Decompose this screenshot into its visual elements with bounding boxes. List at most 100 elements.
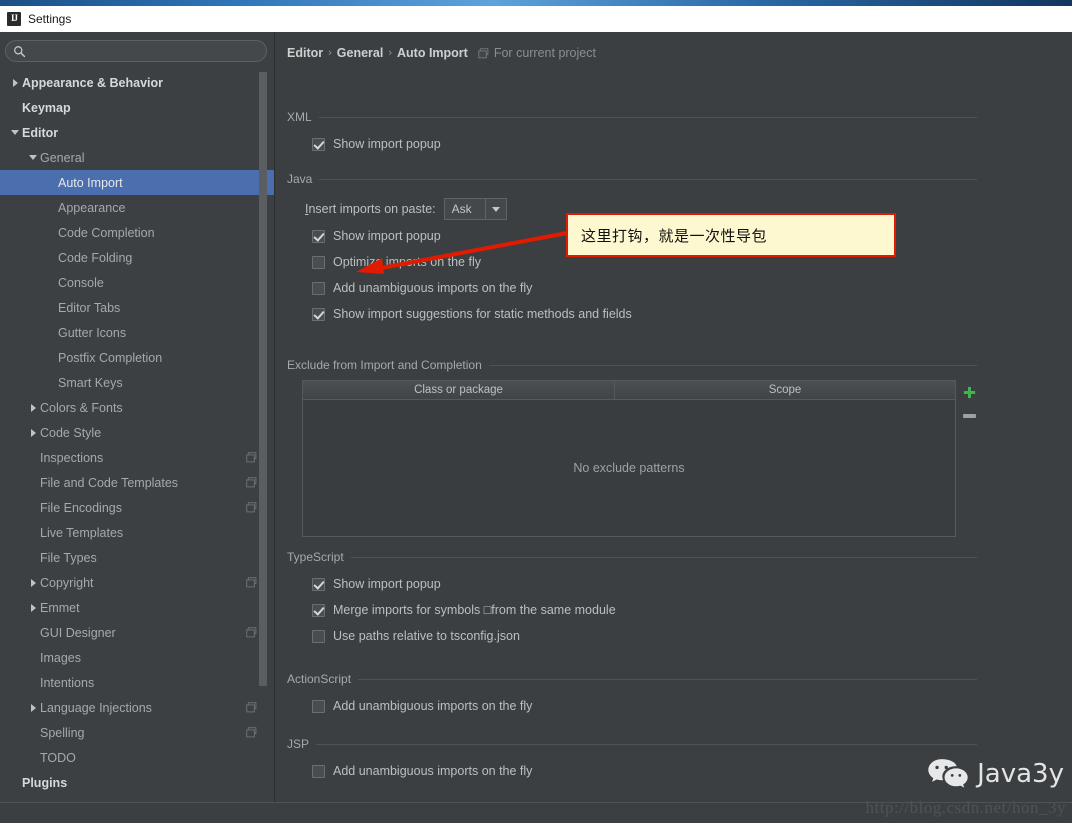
checkbox-box[interactable]: [312, 255, 325, 269]
group-title-jsp: JSP: [287, 737, 977, 751]
sidebar-item-editor[interactable]: Editor: [0, 120, 274, 145]
sidebar-item-todo[interactable]: TODO: [0, 745, 274, 770]
checkbox-box[interactable]: [312, 603, 325, 617]
checkbox-box[interactable]: [312, 229, 325, 243]
sidebar-item-gutter-icons[interactable]: Gutter Icons: [0, 320, 274, 345]
sidebar-item-inspections[interactable]: Inspections: [0, 445, 274, 470]
chevron-right-icon[interactable]: [26, 428, 40, 437]
sidebar-item-gui-designer[interactable]: GUI Designer: [0, 620, 274, 645]
exclude-table[interactable]: Class or package Scope No exclude patter…: [302, 380, 956, 537]
checkbox-as-add-unambiguous-imports[interactable]: Add unambiguous imports on the fly: [312, 693, 977, 719]
search-input[interactable]: [32, 42, 258, 62]
checkbox-box[interactable]: [312, 699, 325, 713]
sidebar-item-plugins[interactable]: Plugins: [0, 770, 274, 795]
checkbox-box[interactable]: [312, 764, 325, 778]
dialog-body: Appearance & Behavior Keymap Editor General…: [0, 32, 1072, 823]
sidebar-item-copyright[interactable]: Copyright: [0, 570, 274, 595]
sidebar-item-images[interactable]: Images: [0, 645, 274, 670]
column-header-class-or-package[interactable]: Class or package: [303, 381, 614, 399]
project-scope-label: For current project: [493, 46, 596, 60]
chevron-right-icon[interactable]: [26, 703, 40, 712]
sidebar-item-smart-keys[interactable]: Smart Keys: [0, 370, 274, 395]
checkbox-java-add-unambiguous-imports[interactable]: Add unambiguous imports on the fly: [312, 275, 977, 301]
add-exclude-button[interactable]: [958, 380, 980, 404]
chevron-right-icon[interactable]: [26, 603, 40, 612]
checkbox-box[interactable]: [312, 307, 325, 321]
checkbox-box[interactable]: [312, 137, 325, 151]
checkbox-xml-show-import-popup[interactable]: Show import popup: [312, 131, 977, 157]
checkbox-ts-merge-imports[interactable]: Merge imports for symbols □from the same…: [312, 597, 977, 623]
sidebar-item-label: Colors & Fonts: [40, 400, 123, 415]
sidebar-item-keymap[interactable]: Keymap: [0, 95, 274, 120]
group-rule: [316, 743, 977, 745]
chevron-right-icon[interactable]: [8, 78, 22, 87]
watermark-name: Java3y: [977, 759, 1064, 789]
plus-icon: [963, 386, 975, 398]
twisty-glyph: [30, 703, 36, 712]
breadcrumb-item-editor[interactable]: Editor: [287, 46, 323, 60]
group-label: JSP: [287, 737, 310, 751]
sidebar-item-code-completion[interactable]: Code Completion: [0, 220, 274, 245]
sidebar-item-appearance[interactable]: Appearance: [0, 195, 274, 220]
sidebar-item-intentions[interactable]: Intentions: [0, 670, 274, 695]
sidebar-item-label: Copyright: [40, 575, 94, 590]
sidebar-search[interactable]: [5, 40, 267, 62]
sidebar-item-code-style[interactable]: Code Style: [0, 420, 274, 445]
sidebar-item-code-folding[interactable]: Code Folding: [0, 245, 274, 270]
checkbox-label: Add unambiguous imports on the fly: [333, 699, 533, 713]
wechat-icon: [928, 759, 968, 788]
column-header-scope[interactable]: Scope: [614, 381, 955, 399]
twisty-glyph: [30, 603, 36, 612]
breadcrumb-separator: ›: [328, 47, 332, 59]
checkbox-jsp-add-unambiguous-imports[interactable]: Add unambiguous imports on the fly: [312, 758, 977, 784]
sidebar-item-spelling[interactable]: Spelling: [0, 720, 274, 745]
insert-imports-combo[interactable]: Ask: [443, 198, 507, 220]
chevron-right-icon[interactable]: [26, 578, 40, 587]
breadcrumb-item-general[interactable]: General: [337, 46, 384, 60]
sidebar-item-appearance-behavior[interactable]: Appearance & Behavior: [0, 70, 274, 95]
sidebar-item-colors-fonts[interactable]: Colors & Fonts: [0, 395, 274, 420]
settings-tree[interactable]: Appearance & Behavior Keymap Editor General…: [0, 70, 274, 802]
checkbox-ts-show-import-popup[interactable]: Show import popup: [312, 571, 977, 597]
sidebar-item-auto-import[interactable]: Auto Import: [0, 170, 274, 195]
checkbox-ts-use-paths-relative[interactable]: Use paths relative to tsconfig.json: [312, 623, 977, 649]
sidebar-item-label: Console: [58, 275, 104, 290]
sidebar-item-file-types[interactable]: File Types: [0, 545, 274, 570]
sidebar-item-live-templates[interactable]: Live Templates: [0, 520, 274, 545]
group-exclude: Exclude from Import and Completion: [287, 358, 977, 372]
checkbox-box[interactable]: [312, 577, 325, 591]
twisty-glyph: [30, 428, 36, 437]
checkbox-label: Use paths relative to tsconfig.json: [333, 629, 520, 643]
checkbox-box[interactable]: [312, 629, 325, 643]
twisty-glyph: [12, 78, 18, 87]
group-actionscript: ActionScript Add unambiguous imports on …: [287, 672, 977, 719]
chevron-right-icon[interactable]: [26, 403, 40, 412]
project-scope-icon: [246, 727, 257, 738]
group-title-java: Java: [287, 172, 977, 186]
sidebar-scrollbar-thumb[interactable]: [259, 72, 267, 686]
sidebar-item-language-injections[interactable]: Language Injections: [0, 695, 274, 720]
sidebar-item-emmet[interactable]: Emmet: [0, 595, 274, 620]
chevron-down-icon[interactable]: [8, 130, 22, 135]
sidebar-item-label: General: [40, 150, 85, 165]
chevron-down-icon[interactable]: [484, 199, 506, 219]
sidebar-item-label: Code Completion: [58, 225, 155, 240]
checkbox-java-show-static-suggestions[interactable]: Show import suggestions for static metho…: [312, 301, 977, 327]
settings-dialog: Settings Appearance & Behavior Keymap Edit…: [0, 0, 1072, 823]
remove-exclude-button[interactable]: [958, 404, 980, 428]
twisty-glyph: [30, 403, 36, 412]
settings-content: Editor › General › Auto Import For curre…: [276, 32, 1072, 802]
sidebar-item-label: Code Style: [40, 425, 102, 440]
checkbox-box[interactable]: [312, 281, 325, 295]
sidebar-item-postfix-completion[interactable]: Postfix Completion: [0, 345, 274, 370]
sidebar-item-editor-tabs[interactable]: Editor Tabs: [0, 295, 274, 320]
exclude-table-wrap: Class or package Scope No exclude patter…: [302, 380, 980, 537]
group-xml: XML Show import popup: [287, 110, 977, 157]
sidebar-item-file-encodings[interactable]: File Encodings: [0, 495, 274, 520]
search-box[interactable]: [5, 40, 267, 62]
sidebar-item-general[interactable]: General: [0, 145, 274, 170]
sidebar-item-console[interactable]: Console: [0, 270, 274, 295]
sidebar-item-file-and-code-templates[interactable]: File and Code Templates: [0, 470, 274, 495]
twisty-glyph: [30, 578, 36, 587]
chevron-down-icon[interactable]: [26, 155, 40, 160]
